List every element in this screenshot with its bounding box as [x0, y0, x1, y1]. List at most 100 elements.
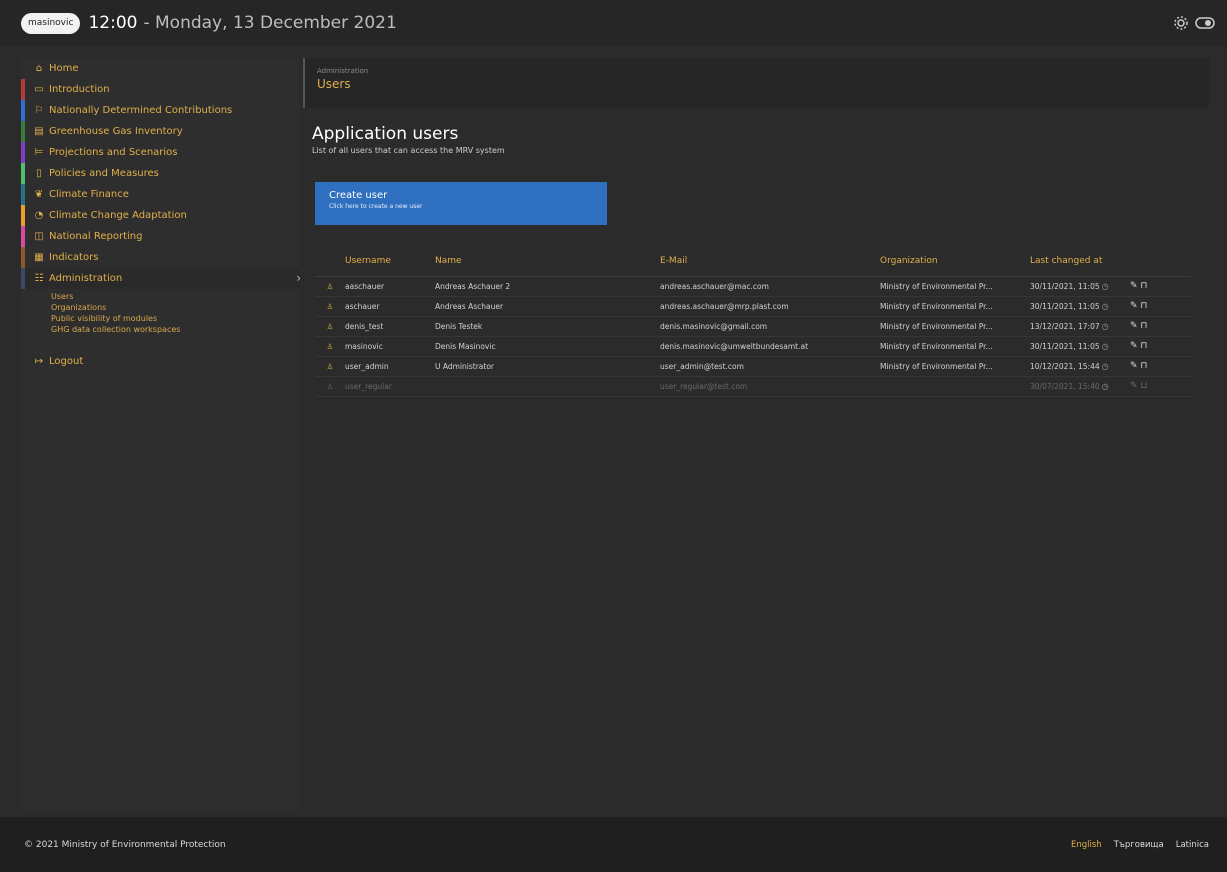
settings-icon[interactable]	[1173, 15, 1189, 31]
create-user-button[interactable]: Create user Click here to create a new u…	[315, 182, 607, 225]
cell-name: Andreas Aschauer	[435, 296, 660, 317]
admin-icon: ☷	[34, 273, 44, 284]
language-latinica[interactable]: Latinica	[1176, 840, 1209, 850]
sidebar-item-adaptation[interactable]: ◔ Climate Change Adaptation	[21, 205, 299, 226]
sidebar-item-label: Climate Finance	[49, 189, 129, 200]
sidebar-item-label: Logout	[49, 356, 84, 367]
edit-icon[interactable]: ✎	[1130, 321, 1138, 331]
adapt-icon: ◔	[34, 210, 44, 221]
lock-icon[interactable]: ⊓	[1140, 361, 1147, 371]
sidebar-item-label: Projections and Scenarios	[49, 147, 178, 158]
row-actions: ✎ ⊓	[1130, 316, 1191, 337]
table-row[interactable]: ♙ user_regular user_regular@test.com 30/…	[315, 376, 1191, 397]
flag-icon: ⚐	[34, 105, 44, 116]
sidebar-item-national-reporting[interactable]: ◫ National Reporting	[21, 226, 299, 247]
cell-last-changed-text: 30/11/2021, 11:05	[1030, 281, 1100, 291]
sidebar: ⌂ Home ▭ Introduction ⚐ Nationally Determin…	[21, 58, 301, 811]
sidebar-item-introduction[interactable]: ▭ Introduction	[21, 79, 299, 100]
sidebar-item-projections[interactable]: ⊨ Projections and Scenarios	[21, 142, 299, 163]
indicator-icon: ▦	[34, 252, 44, 263]
home-icon: ⌂	[35, 63, 43, 74]
sidebar-item-label: Introduction	[49, 84, 110, 95]
column-header-name[interactable]: Name	[435, 246, 660, 277]
header-icon-col	[315, 246, 345, 277]
sidebar-item-ndc[interactable]: ⚐ Nationally Determined Contributions	[21, 100, 299, 121]
clock-icon: ◷	[1101, 321, 1109, 331]
header-actions-col	[1130, 246, 1191, 277]
page-subtitle: List of all users that can access the MR…	[312, 146, 505, 155]
row-actions: ✎ ⊓	[1130, 296, 1191, 317]
table-row[interactable]: ♙ masinovic Denis Masinovic denis.masino…	[315, 336, 1191, 357]
cell-username: aschauer	[345, 296, 435, 317]
column-header-last-changed[interactable]: Last changed at	[1030, 246, 1130, 277]
user-icon: ♙	[315, 336, 345, 357]
sidebar-item-climate-finance[interactable]: ❦ Climate Finance	[21, 184, 299, 205]
sidebar-item-ghg-inventory[interactable]: ▤ Greenhouse Gas Inventory	[21, 121, 299, 142]
cell-username: user_regular	[345, 376, 435, 397]
cell-last-changed-text: 30/11/2021, 11:05	[1030, 341, 1100, 351]
cell-organization: Ministry of Environmental Pr...	[880, 276, 1030, 297]
cell-last-changed-text: 13/12/2021, 17:07	[1030, 321, 1100, 331]
footer: © 2021 Ministry of Environmental Protect…	[0, 817, 1227, 872]
sidebar-item-label: National Reporting	[49, 231, 143, 242]
cell-last-changed: 30/11/2021, 11:05 ◷	[1030, 296, 1130, 317]
table-row[interactable]: ♙ aaschauer Andreas Aschauer 2 andreas.a…	[315, 276, 1191, 297]
sidebar-item-administration[interactable]: ☷ Administration ›	[21, 268, 301, 289]
report-icon: ◫	[34, 231, 44, 242]
table-row[interactable]: ♙ aschauer Andreas Aschauer andreas.asch…	[315, 296, 1191, 317]
lock-icon[interactable]: ⊓	[1140, 341, 1147, 351]
top-bar: masinovic 12:00 - Monday, 13 December 20…	[0, 0, 1227, 46]
cell-email: andreas.aschauer@mrp.plast.com	[660, 296, 880, 317]
sidebar-subitem-users[interactable]: Users	[51, 291, 299, 302]
cell-name: Andreas Aschauer 2	[435, 276, 660, 297]
sidebar-item-label: Nationally Determined Contributions	[49, 105, 233, 116]
chevron-right-icon: ›	[296, 271, 301, 285]
current-date: - Monday, 13 December 2021	[143, 13, 397, 33]
column-header-username[interactable]: Username	[345, 246, 435, 277]
cell-username: masinovic	[345, 336, 435, 357]
row-actions: ✎ ⊓	[1130, 276, 1191, 297]
create-user-hint: Click here to create a new user	[329, 203, 423, 210]
sidebar-item-policies[interactable]: ▯ Policies and Measures	[21, 163, 299, 184]
edit-icon[interactable]: ✎	[1130, 281, 1138, 291]
cell-organization: Ministry of Environmental Pr...	[880, 296, 1030, 317]
lock-icon[interactable]: ⊓	[1140, 301, 1147, 311]
clock-icon: ◷	[1101, 381, 1109, 391]
edit-icon[interactable]: ✎	[1130, 301, 1138, 311]
table-row[interactable]: ♙ user_admin U Administrator user_admin@…	[315, 356, 1191, 377]
sidebar-item-home[interactable]: ⌂ Home	[21, 58, 299, 79]
row-actions: ✎ ⊓	[1130, 356, 1191, 377]
cell-last-changed: 30/11/2021, 11:05 ◷	[1030, 336, 1130, 357]
column-header-email[interactable]: E-Mail	[660, 246, 880, 277]
sidebar-item-label: Administration	[49, 273, 123, 284]
cell-organization	[880, 376, 1030, 397]
sidebar-item-label: Policies and Measures	[49, 168, 159, 179]
table-row[interactable]: ♙ denis_test Denis Testek denis.masinovi…	[315, 316, 1191, 337]
cell-organization: Ministry of Environmental Pr...	[880, 356, 1030, 377]
logo[interactable]: masinovic	[21, 12, 81, 34]
language-english[interactable]: English	[1071, 840, 1102, 850]
sidebar-item-logout[interactable]: ↦ Logout	[21, 351, 299, 372]
edit-icon[interactable]: ✎	[1130, 361, 1138, 371]
unlock-icon[interactable]: ⊔	[1140, 381, 1147, 391]
user-icon: ♙	[315, 316, 345, 337]
user-icon: ♙	[315, 356, 345, 377]
cell-organization: Ministry of Environmental Pr...	[880, 336, 1030, 357]
breadcrumb-section[interactable]: Administration	[317, 67, 1197, 75]
theme-toggle-icon[interactable]	[1195, 15, 1215, 31]
copyright: © 2021 Ministry of Environmental Protect…	[24, 839, 226, 850]
edit-icon[interactable]: ✎	[1130, 381, 1138, 391]
sidebar-item-indicators[interactable]: ▦ Indicators	[21, 247, 299, 268]
sidebar-subitem-workspaces[interactable]: GHG data collection workspaces	[51, 324, 299, 335]
sidebar-subitem-organizations[interactable]: Organizations	[51, 302, 299, 313]
cell-email: denis.masinovic@umweltbundesamt.at	[660, 336, 880, 357]
sidebar-subitem-visibility[interactable]: Public visibility of modules	[51, 313, 299, 324]
sidebar-item-label: Indicators	[49, 252, 99, 263]
main-content: Administration Users Application users L…	[303, 58, 1209, 397]
lock-icon[interactable]: ⊓	[1140, 321, 1147, 331]
edit-icon[interactable]: ✎	[1130, 341, 1138, 351]
language-cyrillic[interactable]: Търговища	[1114, 840, 1164, 850]
lock-icon[interactable]: ⊓	[1140, 281, 1147, 291]
row-actions: ✎ ⊔	[1130, 376, 1191, 397]
column-header-organization[interactable]: Organization	[880, 246, 1030, 277]
